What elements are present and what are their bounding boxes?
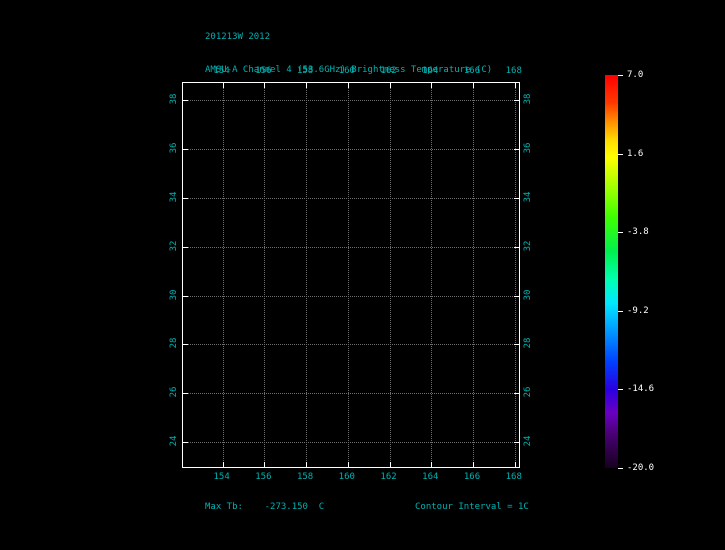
colorbar-label: 7.0	[627, 70, 644, 80]
y-axis-label-left: 26	[169, 386, 179, 398]
gridline-vertical	[222, 83, 224, 467]
x-tick-top	[222, 83, 224, 88]
y-axis-label-right: 34	[523, 191, 533, 203]
y-tick-right	[514, 393, 519, 395]
gridline-horizontal	[183, 246, 519, 248]
gridline-vertical	[264, 83, 266, 467]
x-axis-label-top: 158	[296, 66, 314, 76]
gridline-horizontal	[183, 148, 519, 150]
colorbar-tick	[618, 310, 623, 312]
x-tick-top	[431, 83, 433, 88]
contour-interval-label: Contour Interval = 1C	[415, 502, 529, 512]
x-axis-label-bottom: 166	[463, 472, 481, 482]
y-axis-label-left: 38	[169, 93, 179, 105]
satellite-plot-screen: 201213W 2012 AMSU-A Channel 4 (53.6GHz) …	[0, 0, 725, 550]
y-tick-left	[183, 344, 188, 346]
x-axis-label-top: 164	[422, 66, 439, 76]
x-axis-label-top: 160	[338, 66, 355, 76]
x-axis-label-top: 168	[505, 66, 522, 76]
x-tick-bottom	[514, 462, 516, 467]
colorbar-label: -14.6	[627, 384, 655, 395]
y-axis-label-right: 32	[523, 240, 533, 252]
gridline-horizontal	[183, 344, 519, 346]
colorbar-label: -3.8	[627, 227, 649, 238]
y-tick-right	[514, 148, 519, 150]
x-tick-top	[264, 83, 266, 88]
x-tick-bottom	[347, 462, 349, 467]
y-tick-left	[183, 148, 188, 150]
y-tick-right	[514, 100, 519, 102]
y-axis-label-right: 38	[523, 93, 533, 105]
y-tick-right	[514, 246, 519, 248]
x-tick-bottom	[306, 462, 308, 467]
gridline-vertical	[473, 83, 474, 467]
colorbar-label: 1.6	[627, 148, 644, 159]
x-tick-top	[473, 83, 474, 88]
colorbar-tick	[618, 75, 623, 76]
x-tick-bottom	[431, 462, 433, 467]
colorbar-label: -9.2	[627, 305, 649, 316]
x-tick-bottom	[264, 462, 266, 467]
y-tick-left	[183, 393, 188, 395]
x-axis-label-top: 166	[463, 66, 481, 76]
y-axis-label-right: 28	[523, 337, 533, 349]
x-tick-top	[347, 83, 349, 88]
gridline-horizontal	[183, 393, 519, 395]
y-tick-right	[514, 344, 519, 346]
y-tick-left	[183, 442, 188, 444]
x-tick-bottom	[222, 462, 224, 467]
y-axis-label-left: 36	[169, 142, 179, 154]
gridline-vertical	[514, 83, 516, 467]
x-axis-label-bottom: 168	[505, 472, 522, 482]
y-axis-label-left: 30	[169, 289, 179, 300]
y-tick-right	[514, 442, 519, 444]
colorbar-tick	[618, 232, 623, 234]
x-axis-label-bottom: 156	[255, 472, 272, 482]
x-axis-label-top: 156	[255, 66, 272, 76]
y-axis-label-left: 34	[169, 191, 179, 203]
colorbar-gradient	[605, 75, 618, 468]
gridline-horizontal	[183, 295, 519, 297]
colorbar-label: -20.0	[627, 463, 655, 473]
y-axis-label-right: 36	[523, 142, 533, 154]
y-tick-right	[514, 197, 519, 199]
x-axis-label-bottom: 164	[422, 472, 439, 482]
x-axis-label-bottom: 162	[380, 472, 397, 482]
gridline-vertical	[347, 83, 349, 467]
gridline-horizontal	[183, 100, 519, 102]
max-tb-label: Max Tb: -273.150 C	[205, 502, 325, 512]
x-tick-top	[514, 83, 516, 88]
gridline-vertical	[306, 83, 308, 467]
gridline-horizontal	[183, 442, 519, 444]
map-plot-frame	[182, 82, 520, 468]
x-tick-top	[306, 83, 308, 88]
x-axis-label-top: 162	[380, 66, 397, 76]
y-axis-label-left: 28	[169, 337, 179, 349]
x-tick-top	[389, 83, 391, 88]
x-axis-label-top: 154	[213, 66, 230, 76]
colorbar-tick	[618, 153, 623, 155]
y-axis-label-right: 24	[523, 435, 533, 447]
x-axis-label-bottom: 154	[213, 472, 230, 482]
y-axis-label-left: 32	[169, 240, 179, 252]
colorbar-tick	[618, 468, 623, 469]
y-tick-left	[183, 246, 188, 248]
gridline-vertical	[389, 83, 391, 467]
y-tick-right	[514, 295, 519, 297]
y-axis-label-left: 24	[169, 435, 179, 447]
storm-id-line: 201213W 2012	[205, 32, 271, 42]
y-tick-left	[183, 197, 188, 199]
gridline-vertical	[431, 83, 433, 467]
x-axis-label-bottom: 160	[338, 472, 355, 482]
y-tick-left	[183, 100, 188, 102]
y-axis-label-right: 26	[523, 386, 533, 398]
x-tick-bottom	[389, 462, 391, 467]
x-tick-bottom	[473, 462, 474, 467]
gridline-horizontal	[183, 197, 519, 199]
y-axis-label-right: 30	[523, 289, 533, 300]
y-tick-left	[183, 295, 188, 297]
colorbar-tick	[618, 389, 623, 391]
x-axis-label-bottom: 158	[296, 472, 314, 482]
